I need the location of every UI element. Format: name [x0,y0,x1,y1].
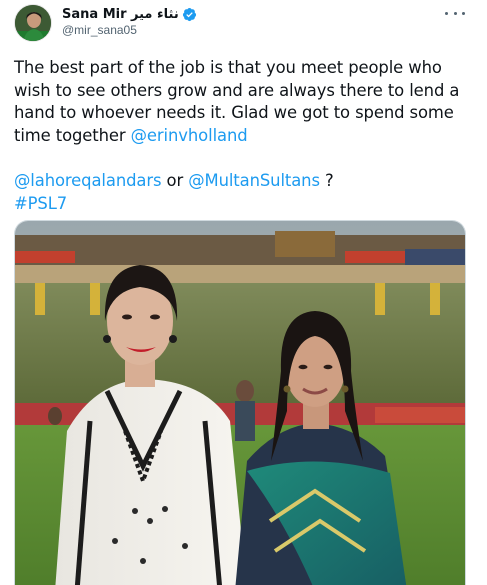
mention-lahoreqalandars[interactable]: @lahoreqalandars [14,171,162,190]
author-avatar[interactable] [14,4,52,42]
author-handle[interactable]: @mir_sana05 [62,23,137,37]
tweet-card: Sana Mir نثاء میر @mir_sana05 The best p… [0,0,487,585]
tweet-line-3: hand to whoever needs it. Glad we got to… [14,103,454,123]
hashtag-psl7[interactable]: #PSL7 [14,194,67,213]
tweet-text: The best part of the job is that you mee… [14,57,474,216]
author-name-row: Sana Mir نثاء میر [62,5,197,23]
tweet-line-2: wish to see others grow and are always t… [14,80,460,100]
tweet-line-6: @lahoreqalandars or @MultanSultans ? [14,170,474,193]
more-horizontal-icon[interactable] [445,6,465,20]
question-text: ? [319,171,334,191]
mention-multansultans[interactable]: @MultanSultans [188,171,320,190]
author-display-name[interactable]: Sana Mir نثاء میر [62,7,179,22]
verified-badge-icon [182,7,196,21]
tweet-line-1: The best part of the job is that you mee… [14,58,442,77]
tweet-line-4-text: time together [14,125,131,145]
mention-erinvholland[interactable]: @erinvholland [131,126,248,145]
tweet-line-7: #PSL7 [14,193,474,216]
tweet-photo[interactable] [14,220,466,585]
or-text: or [161,171,189,191]
tweet-line-4: time together @erinvholland [14,125,474,148]
